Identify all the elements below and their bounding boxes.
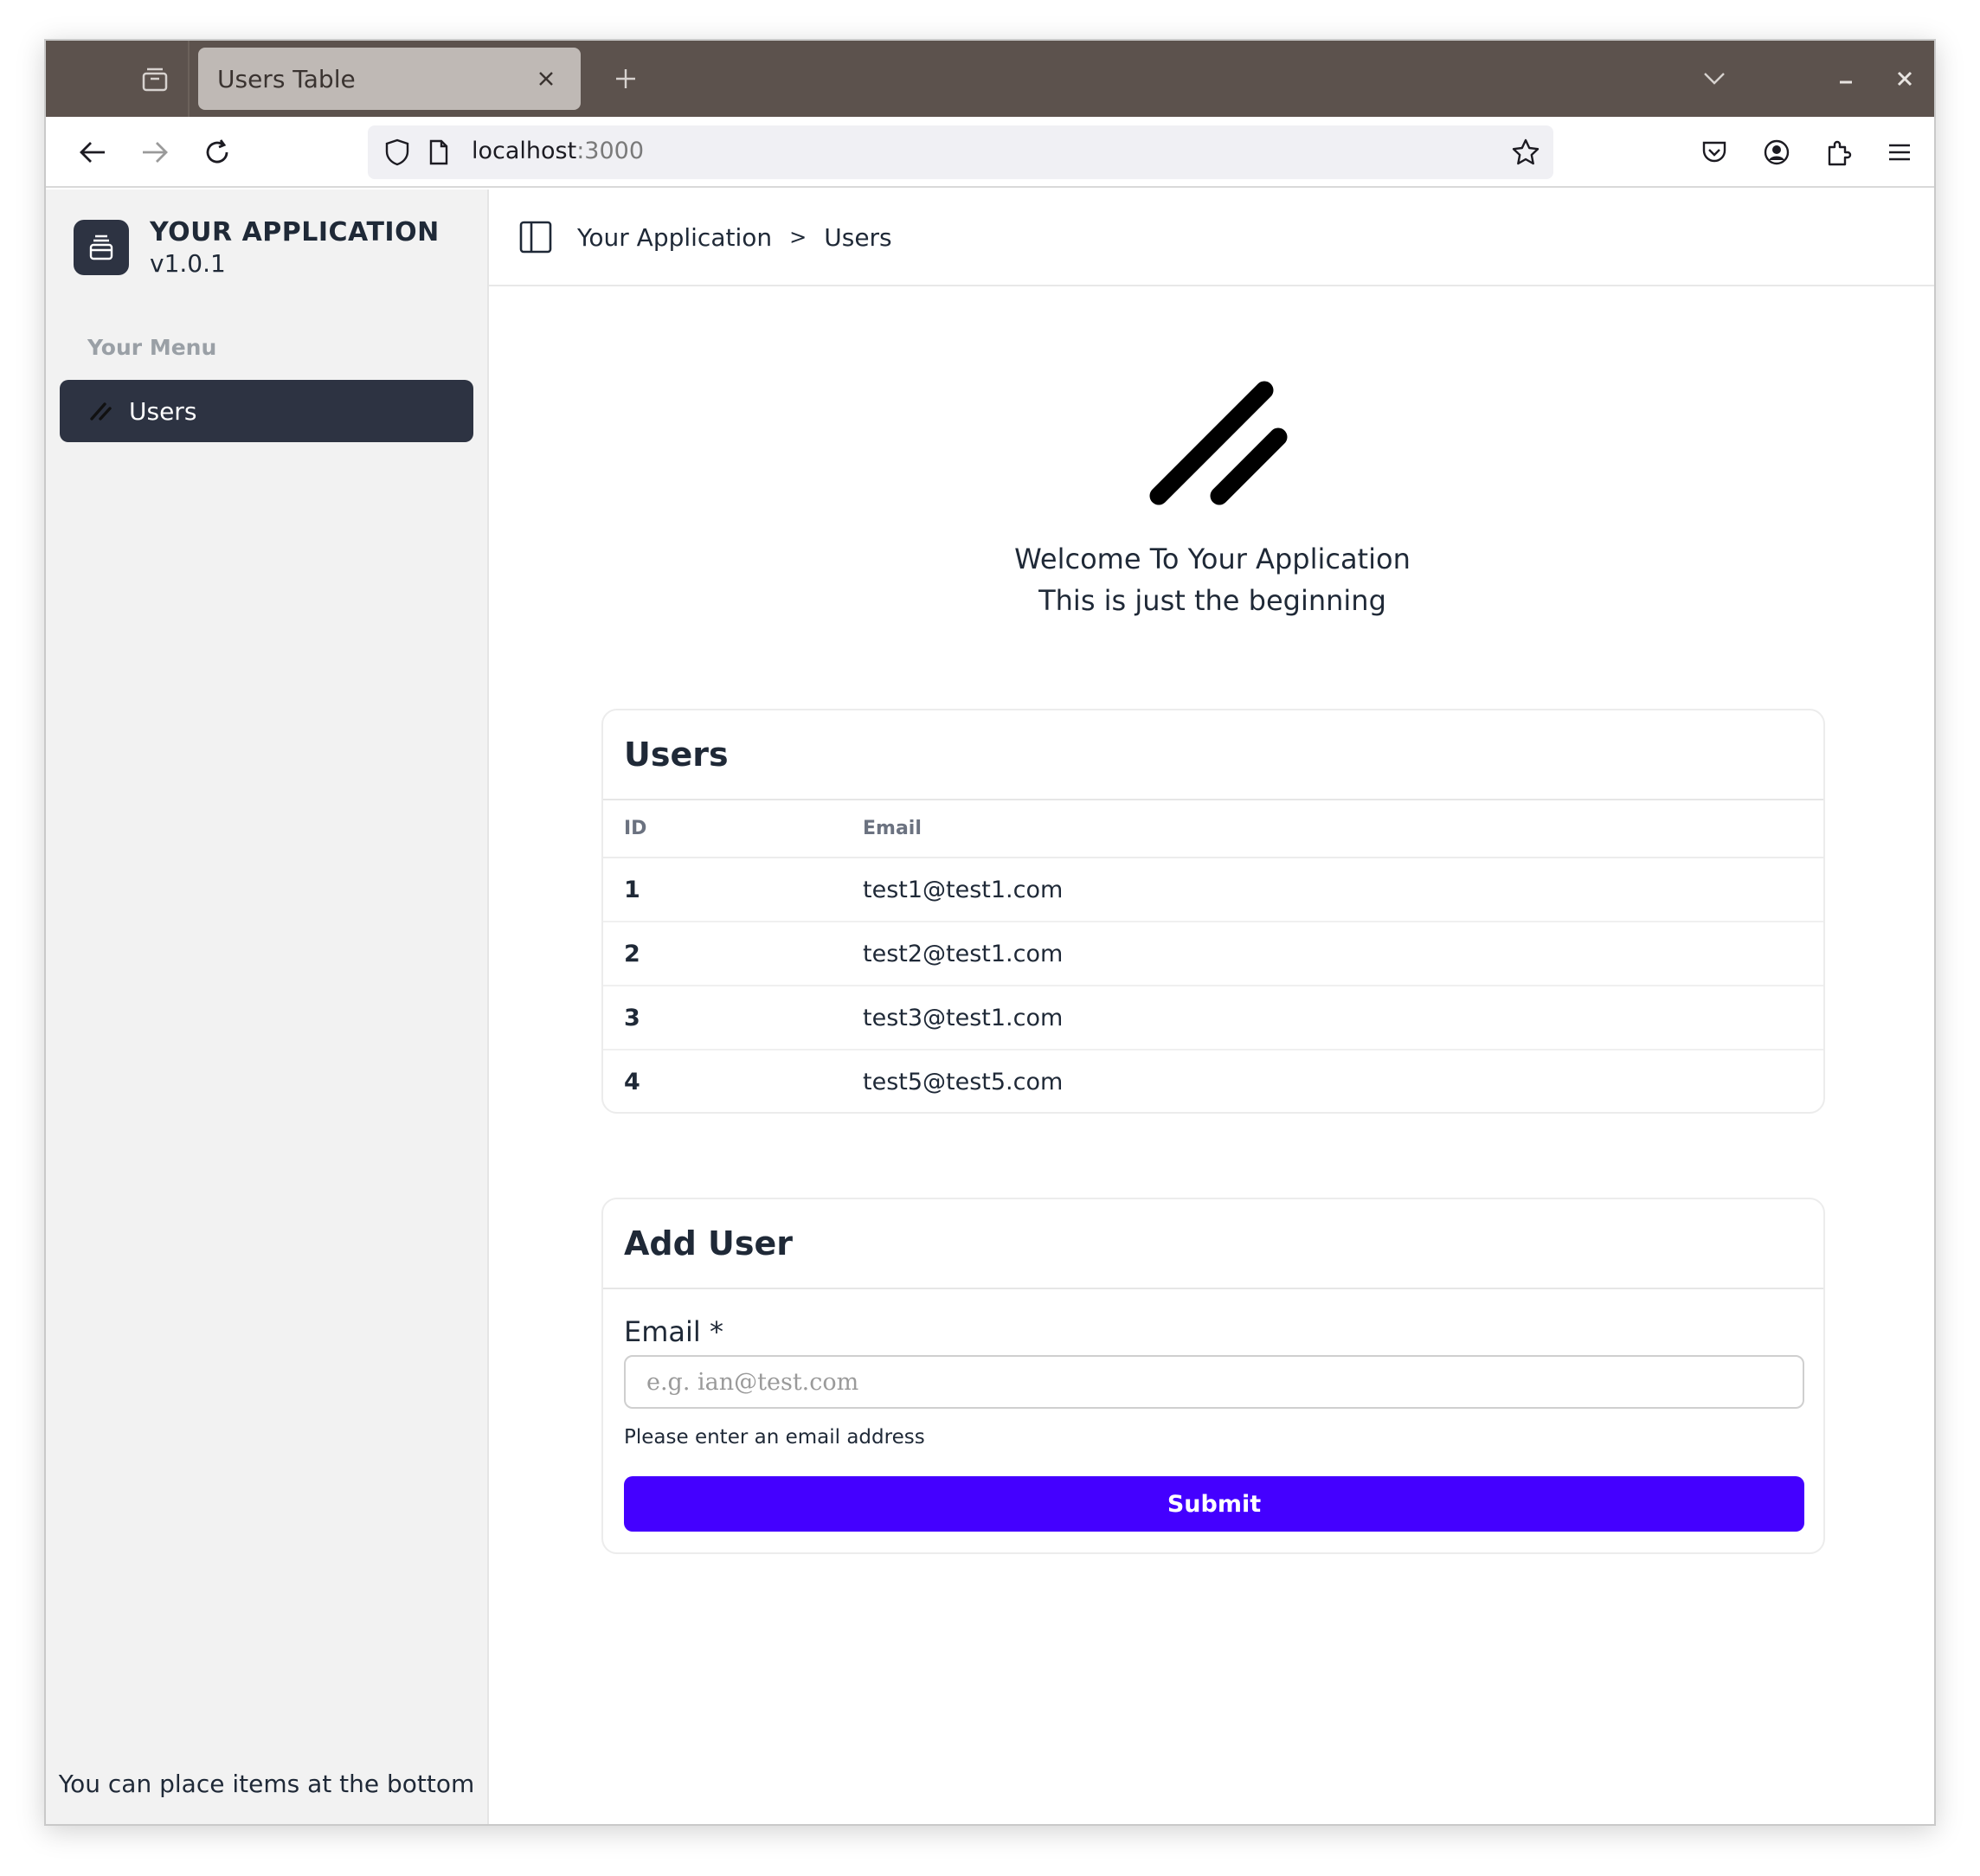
tab-title: Users Table [217, 64, 356, 93]
submit-button[interactable]: Submit [624, 1476, 1804, 1532]
add-user-card: Add User Email * Please enter an email a… [601, 1198, 1825, 1554]
puzzle-icon[interactable] [1818, 132, 1860, 173]
users-table: ID Email 1 test1@test1.com 2 test2@test1… [603, 800, 1823, 1112]
collections-icon[interactable] [136, 60, 174, 98]
table-row: 4 test5@test5.com [603, 1050, 1823, 1112]
add-user-card-title: Add User [603, 1199, 1823, 1289]
breadcrumb: Your Application > Users [577, 223, 892, 252]
url-text[interactable]: localhost:3000 [472, 138, 644, 164]
browser-window: Users Table localhost:3000 YOUR APPLICAT… [44, 39, 1936, 1826]
sidebar-bottom-text: You can place items at the bottom [58, 1770, 475, 1798]
breadcrumb-separator: > [789, 225, 807, 249]
column-header-id: ID [603, 800, 863, 858]
close-icon[interactable] [1884, 58, 1925, 100]
brand: YOUR APPLICATION v1.0.1 [74, 217, 440, 278]
cell-id: 1 [603, 858, 863, 922]
column-header-email: Email [863, 800, 1823, 858]
chevron-down-icon[interactable] [1694, 58, 1735, 100]
hero-title: Welcome To Your Application [1014, 543, 1411, 575]
table-header-row: ID Email [603, 800, 1823, 858]
navigation-toolbar: localhost:3000 [46, 117, 1934, 188]
cell-email: test3@test1.com [863, 986, 1823, 1050]
email-help-text: Please enter an email address [624, 1426, 925, 1449]
tab-users-table[interactable]: Users Table [198, 48, 581, 110]
hero-subtitle: This is just the beginning [1038, 584, 1386, 617]
double-slash-icon [86, 395, 117, 427]
pocket-icon[interactable] [1694, 132, 1735, 173]
email-field-label: Email * [624, 1315, 723, 1348]
reload-icon[interactable] [196, 132, 238, 173]
table-row: 3 test3@test1.com [603, 986, 1823, 1050]
page-icon[interactable] [420, 133, 458, 171]
minimize-icon[interactable] [1825, 58, 1867, 100]
cell-id: 4 [624, 1069, 640, 1095]
users-card-title: Users [603, 710, 1823, 800]
cell-email: test5@test5.com [863, 1069, 1064, 1095]
cell-email: test2@test1.com [863, 922, 1823, 986]
breadcrumb-item-app[interactable]: Your Application [577, 223, 772, 252]
table-row: 1 test1@test1.com [603, 858, 1823, 922]
url-port: :3000 [576, 138, 645, 164]
users-card: Users ID Email 1 test1@test1.com 2 test2… [601, 709, 1825, 1114]
sidebar-item-label: Users [129, 396, 197, 426]
forward-arrow-icon[interactable] [134, 132, 176, 173]
back-arrow-icon[interactable] [72, 132, 113, 173]
brand-text: YOUR APPLICATION v1.0.1 [150, 217, 440, 278]
top-bar: Your Application > Users [489, 190, 1934, 286]
plus-icon[interactable] [605, 58, 646, 100]
tab-bar: Users Table [46, 41, 1934, 117]
close-icon[interactable] [530, 63, 562, 94]
url-host: localhost [472, 138, 577, 164]
sidebar-toggle-icon[interactable] [517, 218, 555, 256]
sidebar: YOUR APPLICATION v1.0.1 Your Menu Users … [46, 190, 489, 1824]
cell-id: 3 [603, 986, 863, 1050]
app-root: YOUR APPLICATION v1.0.1 Your Menu Users … [46, 190, 1934, 1824]
url-bar[interactable]: localhost:3000 [368, 125, 1553, 179]
account-icon[interactable] [1756, 132, 1797, 173]
cell-email: test1@test1.com [863, 858, 1823, 922]
sidebar-item-users[interactable]: Users [60, 380, 473, 442]
brand-logo-icon [74, 220, 129, 275]
email-field[interactable] [624, 1355, 1804, 1409]
table-row: 2 test2@test1.com [603, 922, 1823, 986]
star-icon[interactable] [1507, 133, 1545, 171]
hamburger-menu-icon[interactable] [1879, 132, 1920, 173]
menu-label: Your Menu [87, 335, 217, 360]
main-content: Your Application > Users Welcome To Your… [489, 190, 1934, 1824]
cell-id: 2 [603, 922, 863, 986]
breadcrumb-item-users[interactable]: Users [824, 223, 891, 252]
app-logo-icon [1147, 378, 1294, 525]
shield-icon[interactable] [378, 133, 416, 171]
brand-version: v1.0.1 [150, 249, 226, 278]
brand-name: YOUR APPLICATION [150, 217, 440, 247]
tab-separator [188, 41, 190, 117]
